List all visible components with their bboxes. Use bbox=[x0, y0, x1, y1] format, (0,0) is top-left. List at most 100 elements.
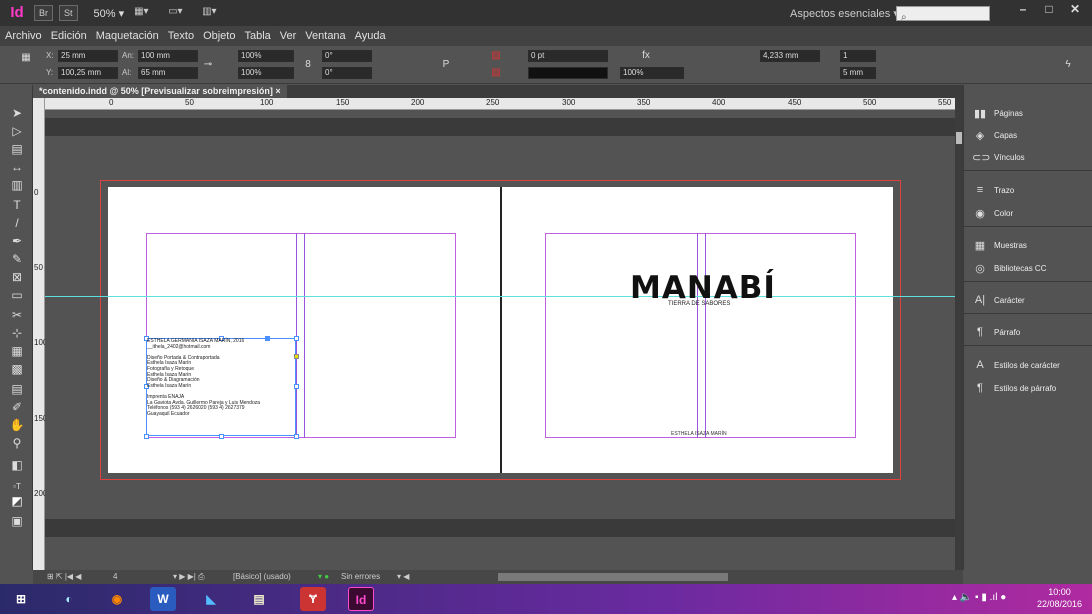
clock[interactable]: 10:00 22/08/2016 bbox=[1037, 586, 1082, 610]
fx-icon[interactable]: fx bbox=[640, 50, 652, 62]
book-author[interactable]: ESTHELA ISAZA MARÍN bbox=[671, 431, 727, 437]
vertical-ruler[interactable]: 0 50 100 150 200 bbox=[33, 98, 47, 570]
menu-edicion[interactable]: Edición bbox=[51, 30, 87, 42]
panel-swatches[interactable]: ▦ Muestras bbox=[964, 235, 1092, 255]
scroll-left-icon[interactable]: ▾ ◀ bbox=[397, 572, 409, 581]
vertical-scrollbar[interactable] bbox=[955, 98, 963, 570]
arrange-documents-icon[interactable]: ▥▾ bbox=[202, 6, 228, 20]
fill-swatch-icon[interactable]: ▨ bbox=[490, 50, 502, 62]
horizontal-scrollbar[interactable] bbox=[498, 573, 728, 581]
stroke-weight-field[interactable]: 0 pt bbox=[528, 50, 608, 62]
menu-maquetacion[interactable]: Maquetación bbox=[96, 30, 159, 42]
x-field[interactable]: 25 mm bbox=[58, 50, 118, 62]
frame-handle[interactable] bbox=[144, 434, 149, 439]
horizontal-ruler[interactable]: 0 50 100 150 200 250 300 350 400 450 500… bbox=[45, 98, 963, 110]
hand-tool-icon[interactable]: ✋ bbox=[9, 417, 25, 433]
scale-x-field[interactable]: 100% bbox=[238, 50, 294, 62]
scale-y-field[interactable]: 100% bbox=[238, 67, 294, 79]
menu-ventana[interactable]: Ventana bbox=[305, 30, 345, 42]
lightning-icon[interactable]: ϟ bbox=[1062, 59, 1074, 71]
link-scale-icon[interactable]: 8 bbox=[302, 59, 314, 71]
type-tool-icon[interactable]: T bbox=[9, 197, 25, 213]
preflight-ok-icon[interactable]: ▾ ● bbox=[318, 572, 329, 581]
close-tab-icon[interactable]: × bbox=[275, 86, 280, 96]
reference-point-icon[interactable]: ▦ bbox=[20, 52, 32, 64]
gradient-feather-tool-icon[interactable]: ▩ bbox=[9, 361, 25, 377]
panel-stroke[interactable]: ≡ Trazo bbox=[964, 180, 1092, 200]
dimension-field[interactable]: 4,233 mm bbox=[760, 50, 820, 62]
page-tool-icon[interactable]: ▤ bbox=[9, 141, 25, 157]
scissors-tool-icon[interactable]: ✂ bbox=[9, 307, 25, 323]
document-tab[interactable]: *contenido.indd @ 50% [Previsualizar sob… bbox=[33, 85, 287, 98]
start-icon[interactable]: ⊞ bbox=[8, 587, 34, 611]
workspace-switcher[interactable]: Aspectos esenciales ▾ bbox=[790, 7, 899, 20]
zoom-tool-icon[interactable]: ⚲ bbox=[9, 435, 25, 451]
opacity-field[interactable]: 100% bbox=[620, 67, 684, 79]
pen-tool-icon[interactable]: ✒ bbox=[9, 233, 25, 249]
width-field[interactable]: 100 mm bbox=[138, 50, 198, 62]
frame-handle[interactable] bbox=[219, 434, 224, 439]
screen-mode-icon[interactable]: ▭▾ bbox=[168, 6, 194, 20]
constrain-proportions-icon[interactable]: ⊸ bbox=[202, 59, 214, 71]
eyedropper-tool-icon[interactable]: ✐ bbox=[9, 399, 25, 415]
rectangle-frame-tool-icon[interactable]: ⊠ bbox=[9, 269, 25, 285]
columns-field[interactable]: 1 bbox=[840, 50, 876, 62]
book-subtitle[interactable]: TIERRA DE SABORES bbox=[668, 301, 730, 307]
stroke-swatch-icon[interactable]: ▨ bbox=[490, 67, 502, 79]
bird-app-icon[interactable]: ◣ bbox=[198, 587, 224, 611]
indesign-taskbar-icon[interactable]: Id bbox=[348, 587, 374, 611]
menu-objeto[interactable]: Objeto bbox=[203, 30, 235, 42]
word-icon[interactable]: W bbox=[150, 587, 176, 611]
menu-ayuda[interactable]: Ayuda bbox=[355, 30, 386, 42]
zoom-level[interactable]: 50% ▾ bbox=[94, 7, 125, 20]
gap-tool-icon[interactable]: ↔ bbox=[9, 159, 25, 175]
line-tool-icon[interactable]: / bbox=[9, 215, 25, 231]
menu-tabla[interactable]: Tabla bbox=[244, 30, 270, 42]
stroke-type-select[interactable] bbox=[528, 67, 608, 79]
view-options-icon[interactable]: ▦▾ bbox=[134, 6, 160, 20]
panel-character-styles[interactable]: A Estilos de carácter bbox=[964, 355, 1092, 375]
content-collector-icon[interactable]: ▥ bbox=[9, 177, 25, 193]
free-transform-tool-icon[interactable]: ⊹ bbox=[9, 325, 25, 341]
stock-button[interactable]: St bbox=[59, 5, 78, 21]
bridge-button[interactable]: Br bbox=[34, 5, 53, 21]
shear-field[interactable]: 0° bbox=[322, 67, 372, 79]
scroll-thumb[interactable] bbox=[956, 132, 962, 144]
acrobat-icon[interactable]: Ɏ bbox=[300, 587, 326, 611]
direct-selection-tool-icon[interactable]: ▷ bbox=[9, 123, 25, 139]
menu-archivo[interactable]: Archivo bbox=[5, 30, 42, 42]
panel-links[interactable]: ⊂⊃ Vínculos bbox=[964, 147, 1092, 167]
height-field[interactable]: 65 mm bbox=[138, 67, 198, 79]
frame-handle[interactable] bbox=[294, 434, 299, 439]
next-page-icon[interactable]: ▾ ▶ ▶| ⎙ bbox=[173, 572, 204, 582]
search-input[interactable]: ⌕ bbox=[896, 6, 990, 23]
panel-paragraph[interactable]: ¶ Párrafo bbox=[964, 322, 1092, 342]
rotation-field[interactable]: 0° bbox=[322, 50, 372, 62]
panel-pages[interactable]: ▮▮ Páginas bbox=[964, 103, 1092, 123]
system-tray[interactable]: ▴ 🔈 ▪ ▮ .ıl ● bbox=[952, 592, 1006, 603]
frame-handle[interactable] bbox=[294, 336, 299, 341]
preflight-status[interactable]: Sin errores bbox=[341, 572, 380, 581]
rectangle-tool-icon[interactable]: ▭ bbox=[9, 287, 25, 303]
page-number[interactable]: 4 bbox=[113, 572, 117, 581]
text-wrap-icon[interactable]: P bbox=[440, 59, 452, 71]
screen-mode-tool-icon[interactable]: ▣ bbox=[9, 513, 25, 529]
frame-in-port[interactable] bbox=[265, 336, 270, 341]
panel-paragraph-styles[interactable]: ¶ Estilos de párrafo bbox=[964, 378, 1092, 398]
apply-none-icon[interactable]: ◩ bbox=[9, 493, 25, 509]
colophon-text[interactable]: ESTHELA GERMANIA ISAZA MARÍN, 2016 __ith… bbox=[147, 338, 260, 417]
file-explorer-icon[interactable]: ▤ bbox=[246, 587, 272, 611]
content-grabber[interactable] bbox=[294, 354, 299, 359]
menu-ver[interactable]: Ver bbox=[280, 30, 297, 42]
y-field[interactable]: 100,25 mm bbox=[58, 67, 118, 79]
selection-tool-icon[interactable]: ➤ bbox=[9, 105, 25, 121]
ruler-guide[interactable] bbox=[45, 296, 955, 297]
fill-stroke-icon[interactable]: ◧ bbox=[9, 457, 25, 473]
panel-cc-libraries[interactable]: ◎ Bibliotecas CC bbox=[964, 258, 1092, 278]
menu-texto[interactable]: Texto bbox=[168, 30, 194, 42]
close-button[interactable]: ✕ bbox=[1060, 0, 1090, 20]
gradient-tool-icon[interactable]: ▦ bbox=[9, 343, 25, 359]
note-tool-icon[interactable]: ▤ bbox=[9, 381, 25, 397]
panel-character[interactable]: A| Carácter bbox=[964, 290, 1092, 310]
pencil-tool-icon[interactable]: ✎ bbox=[9, 251, 25, 267]
